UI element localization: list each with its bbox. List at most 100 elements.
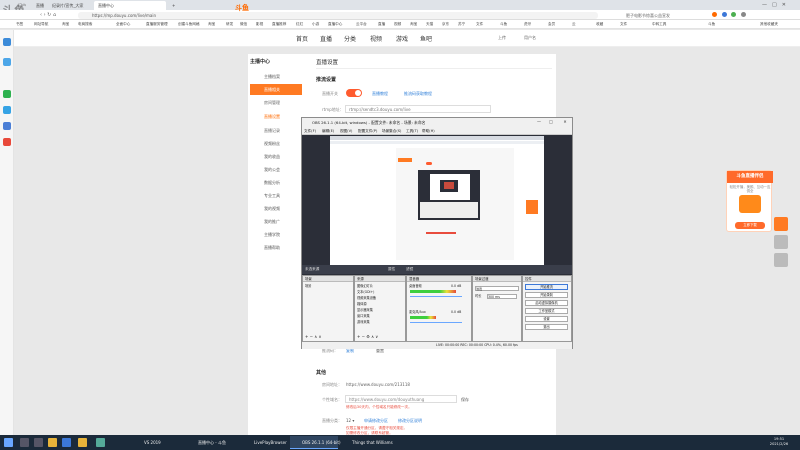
sidebar-sub-room[interactable]: 房间管理 (264, 100, 280, 106)
bookmark-item[interactable]: 京东 (442, 21, 449, 28)
tutorial-link[interactable]: 直播教程 (372, 91, 388, 97)
source-item[interactable]: 视频采集设备 (357, 296, 376, 301)
bookmark-item[interactable]: 收藏 (596, 21, 603, 28)
custom-domain-field[interactable]: https://www.douyu.com/douyuthuang (345, 395, 457, 403)
sidebar-item-income[interactable]: 我的收益 (250, 151, 302, 162)
category-info-link[interactable]: 修改分区说明 (398, 418, 422, 424)
url-field[interactable]: https://mp.douyu.com/live/main (78, 12, 598, 19)
rtmp-url-field[interactable]: rtmp://sendtc3.douyu.com/live (345, 105, 491, 113)
source-item[interactable]: 图像幻灯片 (357, 284, 373, 289)
douyu-logo[interactable]: 斗鱼 (235, 3, 249, 13)
float-share-icon[interactable] (774, 217, 788, 231)
bookmark-item[interactable]: 视频 (394, 21, 401, 28)
bookmark-item[interactable]: 全面中心 (116, 21, 130, 28)
new-tab-button[interactable]: + (168, 1, 176, 10)
bookmark-item[interactable]: 中转工具 (652, 21, 666, 28)
bookmark-item[interactable]: 淘宝 (410, 21, 417, 28)
menu-help[interactable]: 帮助(H) (422, 127, 435, 135)
sidebar-item-academy[interactable]: 主播学院 (250, 229, 302, 240)
start-streaming-button[interactable]: 开始推流 (525, 284, 568, 290)
menu-edit[interactable]: 编辑(E) (322, 127, 334, 135)
bookmark-item[interactable]: 斗鱼 (500, 21, 507, 28)
nav-fish-bar[interactable]: 鱼吧 (420, 34, 432, 43)
sidebar-app-icon[interactable] (3, 122, 11, 130)
bookmark-item[interactable]: 书签 (16, 21, 23, 28)
bookmark-item[interactable]: 直播 (378, 21, 385, 28)
float-feedback-icon[interactable] (774, 253, 788, 267)
studio-mode-button[interactable]: 工作室模式 (525, 308, 568, 314)
nav-category[interactable]: 分类 (344, 34, 356, 43)
nav-live[interactable]: 直播 (320, 34, 332, 43)
bookmark-item[interactable]: 淘宝 (62, 21, 69, 28)
volume-slider[interactable] (410, 296, 462, 297)
extension-icon[interactable] (731, 12, 737, 17)
float-top-icon[interactable] (774, 235, 788, 249)
sidebar-item-video[interactable]: 我的视频 (250, 203, 302, 214)
sidebar-sub-live-record[interactable]: 直播记录 (264, 128, 280, 134)
bookmark-item[interactable]: 云 (572, 21, 576, 28)
pinned-app-icon[interactable] (78, 438, 87, 447)
filters-button[interactable]: 滤镜 (406, 265, 413, 274)
tab-live[interactable]: 直播 (32, 1, 46, 10)
pinned-app-icon[interactable] (96, 438, 105, 447)
bookmark-item[interactable]: 其他收藏夹 (760, 21, 778, 28)
bookmark-item[interactable]: 创建斗鱼网格 (178, 21, 200, 28)
sidebar-app-icon[interactable] (3, 58, 11, 66)
file-explorer-icon[interactable] (48, 438, 57, 447)
nav-buttons[interactable]: ‹ › ↻ ⌂ (40, 12, 56, 18)
task-view-icon[interactable] (34, 438, 43, 447)
taskbar-app-vs[interactable]: VS 2019 (132, 436, 180, 449)
browser-icon[interactable] (62, 438, 71, 447)
bookmark-item[interactable]: 微信 (240, 21, 247, 28)
duration-field[interactable]: 300 ms (487, 294, 517, 299)
user-menu[interactable]: 用户名 (524, 35, 536, 41)
window-controls[interactable]: — □ ✕ (762, 1, 786, 8)
menu-scene-collection[interactable]: 场景集合(S) (382, 127, 401, 135)
bookmark-item[interactable]: 小游 (312, 21, 319, 28)
promo-download-button[interactable]: 立即下载 (735, 222, 765, 229)
menu-view[interactable]: 视图(V) (340, 127, 352, 135)
bookmark-item[interactable]: 文件 (476, 21, 483, 28)
bookmark-item[interactable]: 淘宝 (208, 21, 215, 28)
menu-file[interactable]: 文件(F) (304, 127, 316, 135)
browser-toolbar-icons[interactable] (712, 12, 792, 18)
menu-icon[interactable] (740, 12, 746, 17)
taskbar-app-obs[interactable]: OBS 26.1.1 (64-bit) (290, 436, 341, 449)
sidebar-item-profile[interactable]: 主播档案 (250, 71, 302, 82)
taskbar-app-browser[interactable]: 直播中心 - 斗鱼 (186, 436, 238, 449)
obs-preview-canvas[interactable] (330, 136, 544, 265)
source-item[interactable]: 窗口采集 (357, 314, 370, 319)
live-toggle[interactable] (346, 89, 362, 97)
bookmark-item[interactable]: 直播中心 (328, 21, 342, 28)
sidebar-app-icon[interactable] (3, 106, 11, 114)
sidebar-app-icon[interactable] (3, 138, 11, 146)
sidebar-app-icon[interactable] (3, 38, 11, 46)
bookmark-item[interactable]: 红红 (296, 21, 303, 28)
properties-button[interactable]: 属性 (388, 265, 395, 274)
tab-live-center[interactable]: 直播中心 (94, 1, 166, 10)
bookmark-item[interactable]: 天猫 (426, 21, 433, 28)
sidebar-app-icon[interactable] (3, 90, 11, 98)
tab-promo[interactable]: 纪录片/宣传_大家 (48, 1, 92, 10)
nav-home[interactable]: 首页 (296, 34, 308, 43)
source-item[interactable]: 游戏采集 (357, 320, 370, 325)
source-item[interactable]: 文本(GDI+) (357, 290, 374, 295)
minimize-icon[interactable]: — (534, 118, 544, 126)
start-icon[interactable] (4, 438, 13, 447)
scene-add-remove-buttons[interactable]: + − ∧ ∨ (305, 334, 321, 339)
extension-icon[interactable] (721, 12, 727, 17)
sidebar-sub-live-settings[interactable]: 直播设置 (264, 114, 280, 120)
menu-tools[interactable]: 工具(T) (406, 127, 418, 135)
sidebar-item-analytics[interactable]: 数据分析 (250, 177, 302, 188)
source-item[interactable]: 媒体源 (357, 302, 367, 307)
maximize-icon[interactable]: □ (546, 118, 556, 126)
taskbar-app-other[interactable]: Things that Williams (340, 436, 396, 449)
bookmark-item[interactable]: 网址导航 (34, 21, 48, 28)
bookmark-item[interactable]: 影视 (256, 21, 263, 28)
start-recording-button[interactable]: 开始录制 (525, 292, 568, 298)
source-item[interactable]: 显示器采集 (357, 308, 373, 313)
virtual-camera-button[interactable]: 启动虚拟摄像机 (525, 300, 568, 306)
taskbar-clock[interactable]: 19:51 2021/2/26 (760, 437, 798, 447)
transition-select[interactable]: 淡出 (475, 286, 519, 291)
bookmark-item[interactable]: 苏宁 (458, 21, 465, 28)
